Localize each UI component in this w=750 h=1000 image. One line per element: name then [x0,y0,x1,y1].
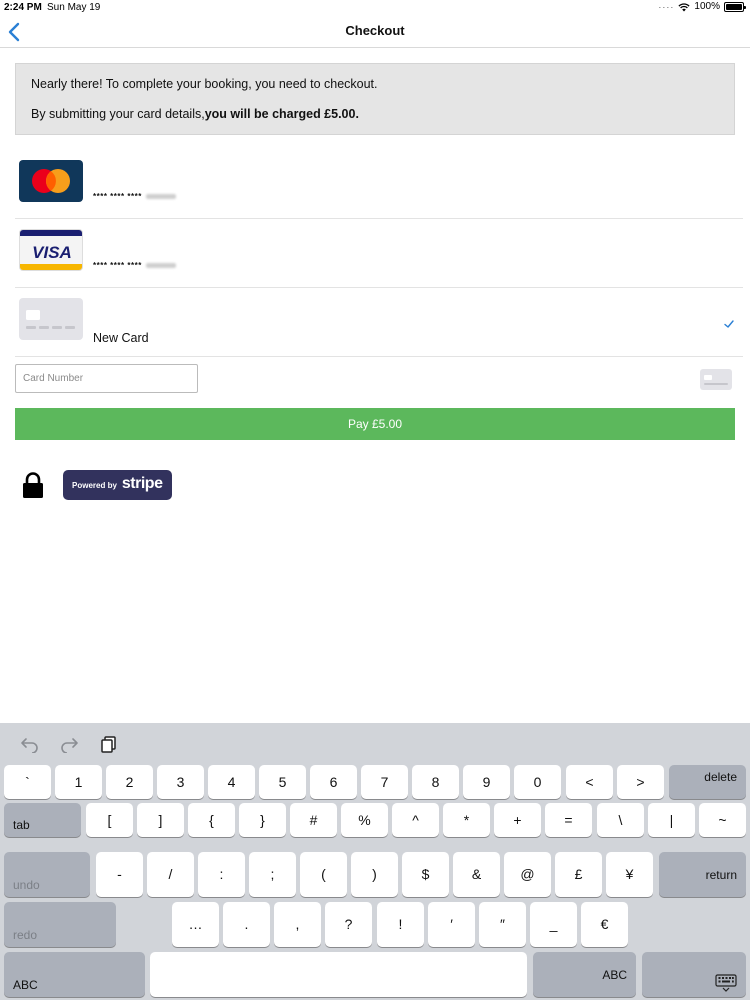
key-less-than[interactable]: < [566,765,613,799]
new-card-option[interactable]: New Card [15,288,743,357]
return-key[interactable]: return [659,852,746,897]
pay-button[interactable]: Pay £5.00 [15,408,735,440]
key-dollar[interactable]: $ [402,852,449,897]
visa-logo-icon: VISA [19,229,83,271]
key-caret[interactable]: ^ [392,803,439,837]
key-5[interactable]: 5 [259,765,306,799]
tab-key[interactable]: tab [4,803,81,837]
key-3[interactable]: 3 [157,765,204,799]
key-ellipsis[interactable]: … [172,902,219,947]
key-prime[interactable]: ′ [428,902,475,947]
page-title: Checkout [345,23,405,38]
status-date: Sun May 19 [47,2,101,13]
key-hyphen[interactable]: - [96,852,143,897]
undo-key[interactable]: undo [4,852,90,897]
powered-by-text: Powered by [72,480,117,490]
delete-key[interactable]: delete [669,765,746,799]
key-asterisk[interactable]: * [443,803,490,837]
key-slash[interactable]: / [147,852,194,897]
key-open-paren[interactable]: ( [300,852,347,897]
key-hash[interactable]: # [290,803,337,837]
key-close-brace[interactable]: } [239,803,286,837]
key-0[interactable]: 0 [514,765,561,799]
key-close-paren[interactable]: ) [351,852,398,897]
saved-card-visa[interactable]: VISA **** **** **** [15,219,743,288]
key-at[interactable]: @ [504,852,551,897]
key-open-bracket[interactable]: [ [86,803,133,837]
key-open-brace[interactable]: { [188,803,235,837]
key-pound[interactable]: £ [555,852,602,897]
key-4[interactable]: 4 [208,765,255,799]
redo-icon[interactable] [59,735,79,753]
checkmark-icon [724,320,734,328]
key-question[interactable]: ? [325,902,372,947]
key-greater-than[interactable]: > [617,765,664,799]
key-ampersand[interactable]: & [453,852,500,897]
key-close-bracket[interactable]: ] [137,803,184,837]
card-number-masked: **** **** **** [93,261,176,270]
hide-keyboard-key[interactable] [642,952,746,997]
key-backtick[interactable]: ` [4,765,51,799]
key-euro[interactable]: € [581,902,628,947]
checkout-info-box: Nearly there! To complete your booking, … [15,63,735,135]
navigation-bar: Checkout [0,16,750,48]
lock-icon [23,472,43,498]
status-time: 2:24 PM [4,2,42,13]
mastercard-logo-icon [19,160,83,202]
keyboard-shortcut-bar [0,723,750,763]
key-1[interactable]: 1 [55,765,102,799]
space-bar[interactable] [150,952,527,997]
key-9[interactable]: 9 [463,765,510,799]
key-yen[interactable]: ¥ [606,852,653,897]
key-2[interactable]: 2 [106,765,153,799]
undo-icon[interactable] [20,735,40,753]
battery-percent: 100% [694,1,720,12]
key-equals[interactable]: = [545,803,592,837]
abc-key-left[interactable]: ABC [4,952,145,997]
key-pipe[interactable]: | [648,803,695,837]
on-screen-keyboard: ` 1 2 3 4 5 6 7 8 9 0 < > delete tab [ ]… [0,723,750,1000]
paste-icon[interactable] [99,735,119,753]
abc-key-right[interactable]: ABC [533,952,636,997]
key-comma[interactable]: , [274,902,321,947]
stripe-logo: stripe [121,475,163,492]
key-backslash[interactable]: \ [597,803,644,837]
card-number-masked: **** **** **** [93,192,176,201]
saved-card-mastercard[interactable]: **** **** **** [15,150,743,219]
charge-amount-text: you will be charged £5.00. [204,107,359,121]
key-plus[interactable]: + [494,803,541,837]
card-brand-placeholder-icon [700,369,732,390]
key-colon[interactable]: : [198,852,245,897]
key-exclamation[interactable]: ! [377,902,424,947]
key-period[interactable]: . [223,902,270,947]
key-7[interactable]: 7 [361,765,408,799]
key-percent[interactable]: % [341,803,388,837]
info-line-2: By submitting your card details,you will… [31,99,719,129]
signal-icon: ···· [658,1,675,12]
generic-card-icon [19,298,83,340]
status-right: ···· 100% [658,1,746,12]
redo-key[interactable]: redo [4,902,116,947]
key-8[interactable]: 8 [412,765,459,799]
info-line-2-prefix: By submitting your card details, [31,107,205,121]
card-number-input[interactable] [15,364,198,393]
wifi-icon [678,2,690,11]
status-bar: 2:24 PM Sun May 19 ···· 100% [0,0,750,16]
key-tilde[interactable]: ~ [699,803,746,837]
key-6[interactable]: 6 [310,765,357,799]
svg-text:VISA: VISA [32,243,72,262]
key-semicolon[interactable]: ; [249,852,296,897]
new-card-label: New Card [93,331,149,345]
key-double-prime[interactable]: ″ [479,902,526,947]
key-underscore[interactable]: _ [530,902,577,947]
powered-by-stripe-badge[interactable]: Powered by stripe [63,470,172,500]
keyboard-dismiss-icon [715,974,737,992]
info-line-1: Nearly there! To complete your booking, … [31,77,378,91]
battery-icon [724,1,746,12]
